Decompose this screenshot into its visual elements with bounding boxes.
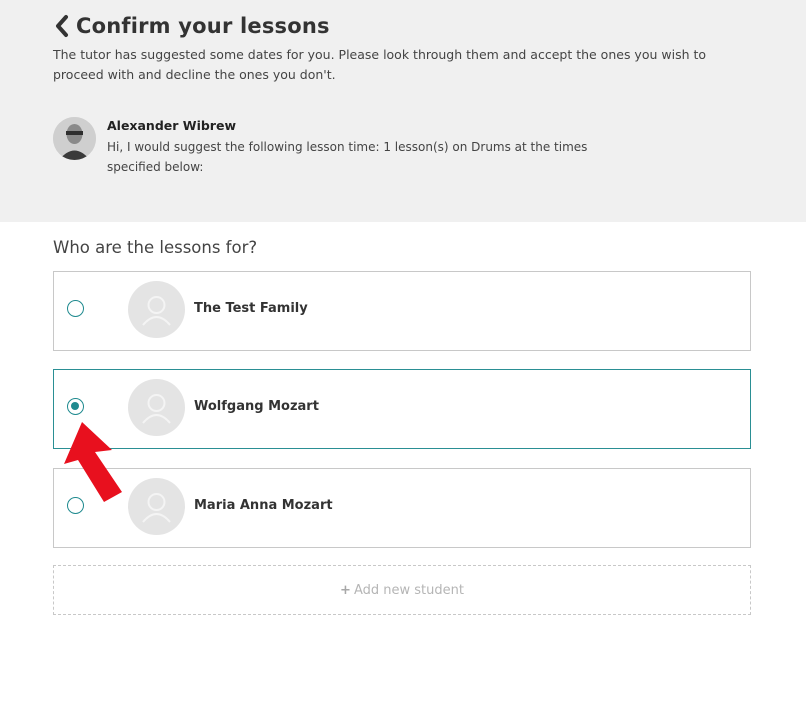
page-title: Confirm your lessons (76, 14, 330, 38)
student-option-test-family[interactable]: The Test Family (53, 271, 751, 351)
student-radio[interactable] (67, 497, 84, 514)
student-radio[interactable] (67, 398, 84, 415)
page-title-row: Confirm your lessons (53, 12, 330, 40)
tutor-message: Hi, I would suggest the following lesson… (107, 140, 588, 174)
student-radio[interactable] (67, 300, 84, 317)
student-name: Maria Anna Mozart (194, 498, 333, 513)
student-avatar (128, 379, 185, 436)
students-heading: Who are the lessons for? (53, 238, 258, 257)
student-name: The Test Family (194, 301, 308, 316)
student-option-maria-anna-mozart[interactable]: Maria Anna Mozart (53, 468, 751, 548)
radio-dot (71, 402, 79, 410)
tutor-name: Alexander Wibrew (107, 118, 236, 133)
student-avatar (128, 281, 185, 338)
student-option-wolfgang-mozart[interactable]: Wolfgang Mozart (53, 369, 751, 449)
student-name: Wolfgang Mozart (194, 399, 319, 414)
chevron-left-icon[interactable] (53, 12, 71, 40)
intro-text: The tutor has suggested some dates for y… (53, 47, 707, 82)
student-avatar (128, 478, 185, 535)
add-student-label: Add new student (353, 582, 464, 598)
tutor-avatar (53, 117, 96, 160)
add-student-button[interactable]: + Add new student (53, 565, 751, 615)
plus-icon: + (340, 582, 351, 598)
